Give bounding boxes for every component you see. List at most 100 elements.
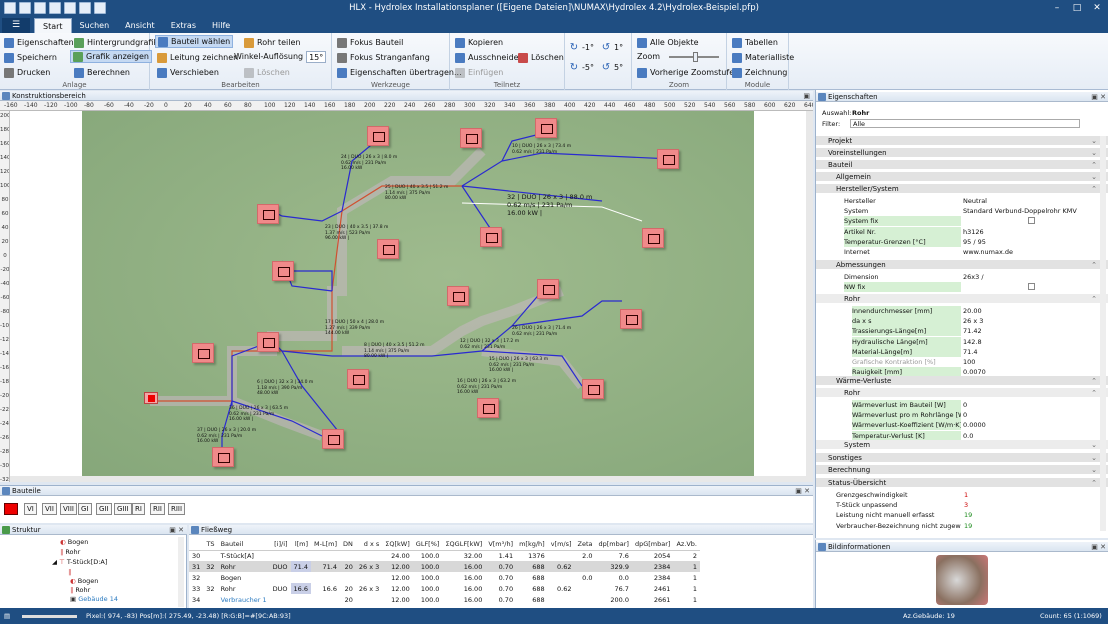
- consumer-node[interactable]: [272, 261, 294, 281]
- winkel-select[interactable]: 15°: [306, 50, 327, 63]
- section-abmessungen[interactable]: Abmessungen ⌃: [816, 260, 1108, 270]
- pipe-label[interactable]: 37 | DUO | 26 x 3 | 20.0 m 0.62 m/s | 23…: [197, 428, 256, 445]
- property-row[interactable]: Grenzgeschwindigkeit 1: [816, 490, 1108, 500]
- struktur-scrollbar[interactable]: [178, 537, 184, 607]
- table-row[interactable]: 31 32 Rohr DUO 71.4 71.4 20 26 x 3 12.00 100.0 16.…: [189, 561, 701, 572]
- pipe-label[interactable]: 12 | DUO | 32 x 3 | 17.2 m 0.62 m/s | 23…: [460, 339, 519, 350]
- expand-icon[interactable]: ⌄: [1091, 148, 1097, 158]
- property-row[interactable]: Artikel Nr. h3126: [816, 226, 1108, 237]
- expand-icon[interactable]: ⌄: [1091, 465, 1097, 475]
- rohr-teilen-button[interactable]: Rohr teilen: [244, 36, 301, 49]
- column-header[interactable]: v[m/s]: [547, 539, 575, 551]
- zoom-slider[interactable]: Zoom: [637, 50, 720, 63]
- column-header[interactable]: DN: [340, 539, 356, 551]
- property-value[interactable]: 19: [964, 521, 972, 531]
- collapse-icon[interactable]: ⌃: [1091, 388, 1097, 398]
- column-header[interactable]: Zeta: [574, 539, 596, 551]
- property-value[interactable]: 95 / 95: [963, 237, 986, 247]
- checkbox[interactable]: [1028, 217, 1035, 225]
- column-header[interactable]: m[kg/h]: [516, 539, 548, 551]
- property-value[interactable]: 142.8: [963, 337, 982, 347]
- component-button[interactable]: GII: [96, 503, 112, 515]
- consumer-node[interactable]: [322, 429, 344, 449]
- section-waermeverluste[interactable]: Wärme-Verluste ⌃: [816, 376, 1108, 386]
- drawing-background[interactable]: 24 | DUO | 26 x 3 | 8.0 m 0.62 m/s | 231…: [82, 111, 754, 476]
- component-button[interactable]: GI: [78, 503, 92, 515]
- tab-hilfe[interactable]: Hilfe: [204, 18, 238, 33]
- panel-close-icon[interactable]: ▣ ✕: [1091, 92, 1106, 102]
- section-projekt[interactable]: Projekt ⌄: [816, 136, 1108, 146]
- property-row[interactable]: System fix: [816, 216, 1108, 227]
- tree-item[interactable]: ∥ Rohr: [70, 586, 90, 594]
- rotate-cw-1-button[interactable]: ↻ -1°: [569, 41, 594, 54]
- property-row[interactable]: Verbraucher-Bezeichnung nicht zugewiesen…: [816, 521, 1108, 531]
- consumer-node[interactable]: [535, 118, 557, 138]
- pipe-label[interactable]: 23 | DUO | 40 x 3.5 | 37.8 m 1.37 m/s | …: [325, 225, 388, 242]
- supply-pipes[interactable]: [150, 185, 462, 402]
- table-row[interactable]: 30 T-Stück[A] 24.00 100.0 32.00 1.41 1376 2.0 7.…: [189, 550, 700, 561]
- section-sonstiges[interactable]: Sonstiges ⌄: [816, 453, 1108, 463]
- column-header[interactable]: dpG[mbar]: [631, 539, 674, 551]
- consumer-node[interactable]: [620, 309, 642, 329]
- fokus-stranganfang-button[interactable]: Fokus Stranganfang: [337, 51, 430, 64]
- property-row[interactable]: T-Stück unpassend 3: [816, 500, 1108, 510]
- tab-ansicht[interactable]: Ansicht: [117, 18, 163, 33]
- drucken-button[interactable]: Drucken: [4, 66, 50, 79]
- component-button[interactable]: RII: [150, 503, 165, 515]
- pipe-label[interactable]: 36 | DUO | 26 x 3 | 63.5 m 0.62 m/s | 23…: [229, 406, 288, 423]
- section-rohr[interactable]: Rohr ⌃: [816, 294, 1108, 304]
- collapse-icon[interactable]: ⌃: [1091, 376, 1097, 386]
- property-value[interactable]: Standard Verbund-Doppelrohr KMV: [963, 206, 1077, 216]
- properties-scrollbar[interactable]: [1100, 136, 1106, 531]
- pipe-label[interactable]: 17 | DUO | 50 x 4 | 28.0 m 1.27 m/s | 33…: [325, 320, 384, 337]
- pipe-label[interactable]: 6 | DUO | 32 x 3 | 34.0 m 1.18 m/s | 390…: [257, 380, 313, 397]
- construction-canvas[interactable]: 24 | DUO | 26 x 3 | 8.0 m 0.62 m/s | 231…: [10, 111, 813, 482]
- grafik-anzeigen-button[interactable]: Grafik anzeigen: [70, 50, 152, 63]
- rotate-cw-5-button[interactable]: ↻ -5°: [569, 61, 594, 74]
- maximize-button[interactable]: □: [1070, 2, 1084, 14]
- tree-item[interactable]: ◐ Bogen: [70, 577, 98, 585]
- section-bauteil[interactable]: Bauteil ⌃: [816, 160, 1108, 170]
- property-row[interactable]: Innendurchmesser [mm] 20.00: [816, 306, 1108, 316]
- consumer-node[interactable]: [257, 332, 279, 352]
- tab-suchen[interactable]: Suchen: [72, 18, 118, 33]
- property-value[interactable]: www.numax.de: [963, 247, 1013, 257]
- tabellen-button[interactable]: Tabellen: [732, 36, 778, 49]
- column-header[interactable]: M-L[m]: [311, 539, 341, 551]
- column-header[interactable]: [i]/i]: [269, 539, 291, 551]
- component-button[interactable]: VII: [42, 503, 57, 515]
- section-rohr-waerme[interactable]: Rohr ⌃: [816, 388, 1108, 398]
- pipe-label[interactable]: 16 | DUO | 26 x 3 | 63.2 m 0.62 m/s | 23…: [457, 379, 516, 396]
- consumer-node[interactable]: [480, 227, 502, 247]
- property-row[interactable]: Wärmeverlust im Bauteil [W] 0: [816, 400, 1108, 410]
- property-value[interactable]: h3126: [963, 227, 984, 237]
- pipe-label[interactable]: 10 | DUO | 26 x 3 | 73.4 m 0.62 m/s | 23…: [512, 144, 571, 155]
- loeschen-button-disabled[interactable]: Löschen: [244, 66, 290, 79]
- panel-close-icon[interactable]: ▣ ✕: [169, 525, 184, 535]
- property-value[interactable]: 71.4: [963, 347, 977, 357]
- property-row[interactable]: NW fix: [816, 282, 1108, 293]
- property-row[interactable]: System Standard Verbund-Doppelrohr KMV: [816, 206, 1108, 216]
- property-row[interactable]: Temperatur-Grenzen [°C] 95 / 95: [816, 236, 1108, 247]
- section-berechnung[interactable]: Berechnung ⌄: [816, 465, 1108, 475]
- property-value[interactable]: 3: [964, 500, 968, 510]
- consumer-node[interactable]: [367, 126, 389, 146]
- speichern-button[interactable]: Speichern: [4, 51, 57, 64]
- property-value[interactable]: 26x3 /: [963, 272, 984, 282]
- collapse-icon[interactable]: ⌃: [1091, 184, 1097, 194]
- zoom-slider-thumb[interactable]: [693, 51, 699, 62]
- eigenschaften-button[interactable]: Eigenschaften: [4, 36, 74, 49]
- column-header[interactable]: ΣQGLF[kW]: [442, 539, 486, 551]
- file-menu-button[interactable]: ☰: [2, 18, 30, 33]
- property-row[interactable]: Internet www.numax.de: [816, 247, 1108, 257]
- property-row[interactable]: da x s 26 x 3: [816, 316, 1108, 327]
- tree-item[interactable]: ∥: [68, 568, 71, 576]
- consumer-node[interactable]: [537, 279, 559, 299]
- pipe-label[interactable]: 25 | DUO | 40 x 3.5 | 51.2 m 1.14 m/s | …: [385, 185, 448, 202]
- section-voreinstellungen[interactable]: Voreinstellungen ⌄: [816, 148, 1108, 158]
- expand-icon[interactable]: ⌄: [1091, 172, 1097, 182]
- tree-item[interactable]: ▣ Gebäude 14: [70, 595, 118, 603]
- consumer-node[interactable]: [377, 239, 399, 259]
- section-system[interactable]: System ⌄: [816, 440, 1108, 450]
- zeichnung-button[interactable]: Zeichnung: [732, 66, 787, 79]
